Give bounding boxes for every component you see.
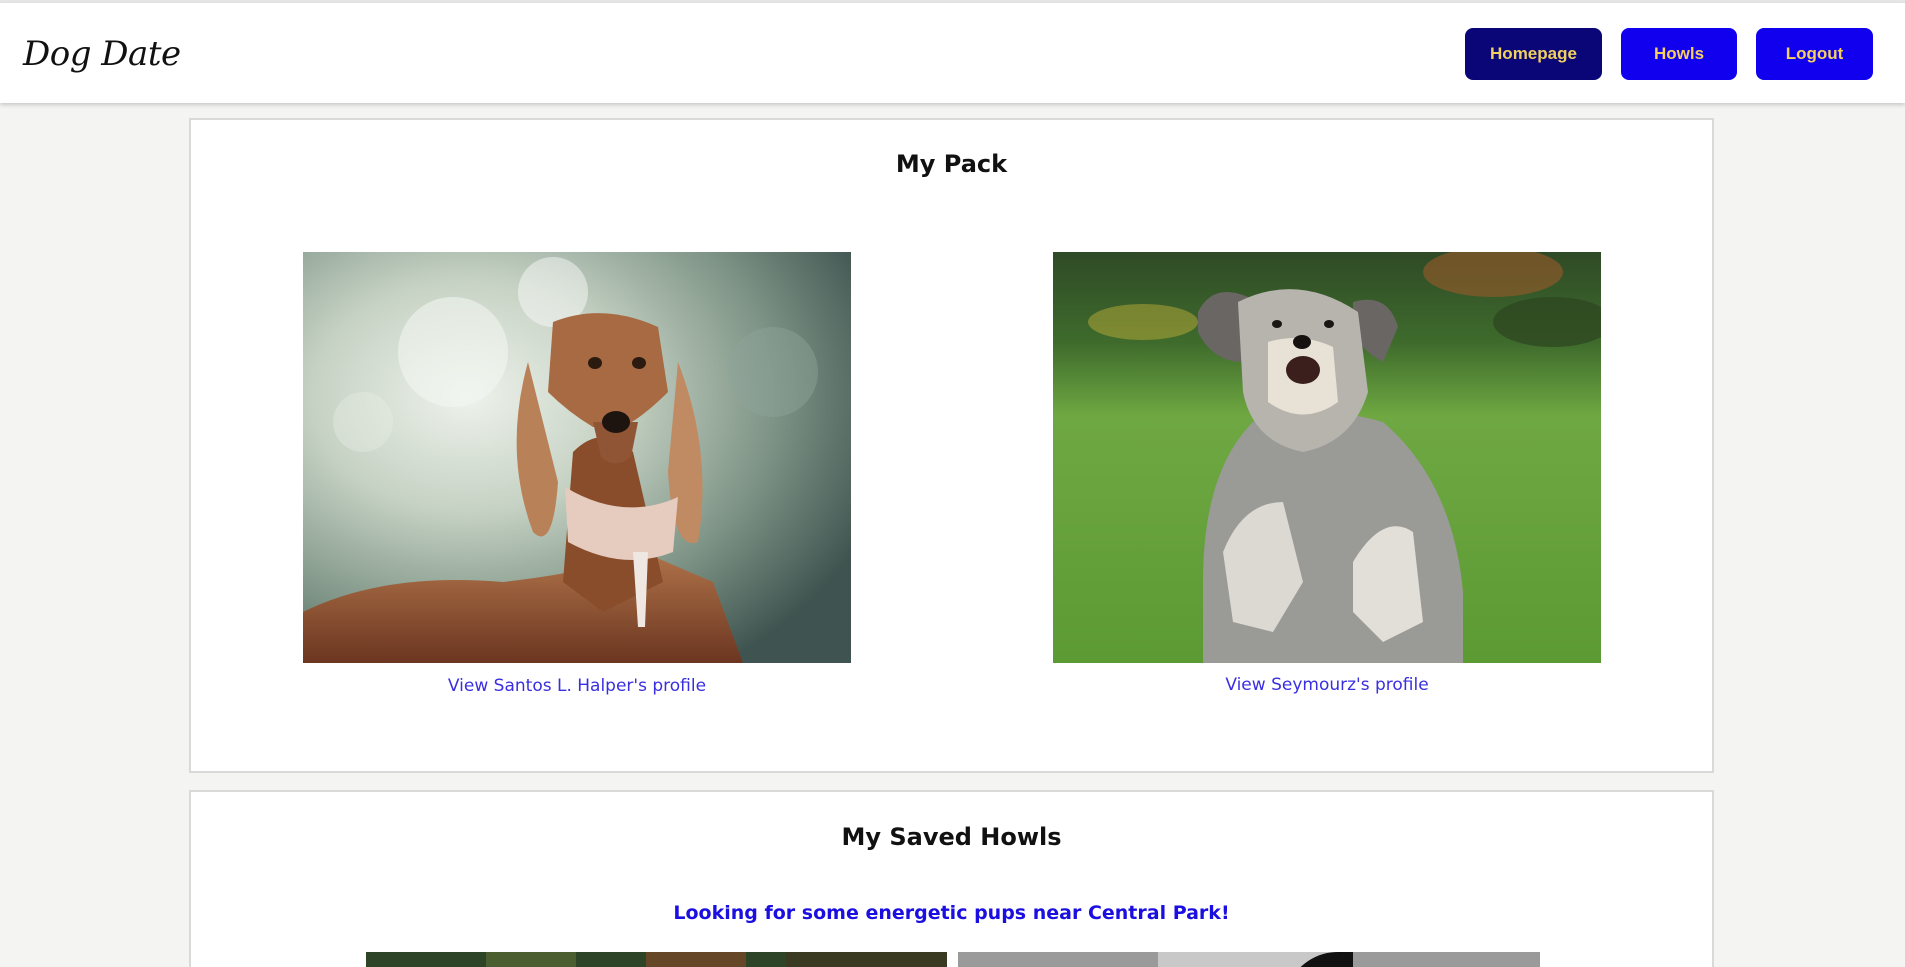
saved-howls-panel: My Saved Howls Looking for some energeti… (189, 790, 1714, 967)
pack-dog-card: View Seymourz's profile (1053, 252, 1601, 695)
view-profile-link[interactable]: View Santos L. Halper's profile (303, 676, 851, 696)
howl-message[interactable]: Looking for some energetic pups near Cen… (191, 902, 1712, 924)
saved-howls-title: My Saved Howls (841, 823, 1062, 851)
howl-photo[interactable] (958, 952, 1540, 967)
pack-dog-card: View Santos L. Halper's profile (303, 252, 851, 696)
my-pack-panel: My Pack View Santos L. Halper's profile … (189, 118, 1714, 773)
howls-button[interactable]: Howls (1621, 28, 1737, 80)
brand-logo[interactable]: Dog Date (23, 34, 181, 74)
homepage-button[interactable]: Homepage (1465, 28, 1602, 80)
howl-photo[interactable] (366, 952, 947, 967)
schnauzer-photo[interactable] (1053, 252, 1601, 663)
view-profile-link[interactable]: View Seymourz's profile (1053, 675, 1601, 695)
logout-button[interactable]: Logout (1756, 28, 1873, 80)
saluki-photo[interactable] (303, 252, 851, 663)
my-pack-title: My Pack (895, 150, 1008, 178)
navbar: Dog Date Homepage Howls Logout (0, 3, 1905, 103)
